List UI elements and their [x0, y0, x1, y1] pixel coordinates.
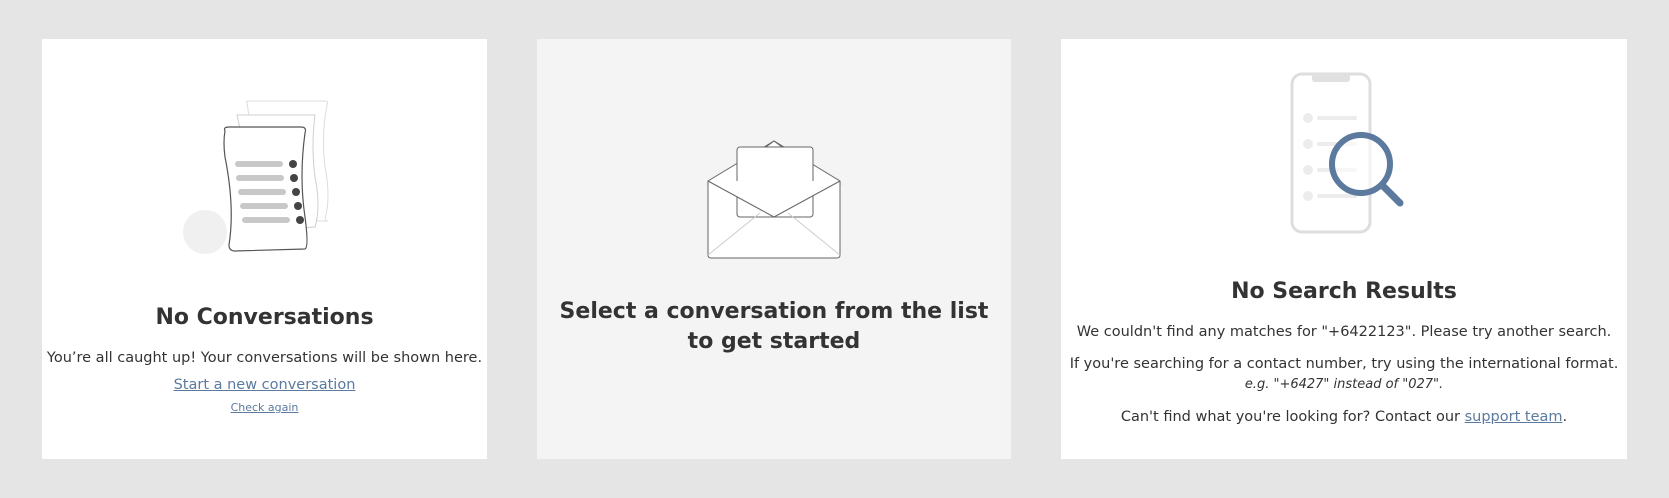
- phone-search-icon: [1290, 72, 1404, 234]
- no-matches-message: We couldn't find any matches for "+64221…: [1076, 324, 1612, 340]
- document-checklist-icon: [182, 100, 328, 254]
- start-new-conversation-link[interactable]: Start a new conversation: [174, 377, 356, 393]
- no-search-results-card: No Search Results We couldn't find any m…: [1061, 39, 1627, 459]
- format-hint: If you're searching for a contact number…: [1069, 356, 1619, 372]
- contact-suffix: .: [1562, 409, 1568, 425]
- select-conversation-card: Select a conversation from the list to g…: [537, 39, 1011, 459]
- check-again-link[interactable]: Check again: [231, 401, 299, 414]
- open-envelope-icon: [705, 140, 843, 259]
- card-title: No Conversations: [155, 305, 374, 330]
- format-example: e.g. "+6427" instead of "027".: [1244, 377, 1444, 392]
- card-subtitle: You’re all caught up! Your conversations…: [46, 350, 483, 366]
- contact-prefix: Can't find what you're looking for? Cont…: [1120, 409, 1465, 425]
- card-title: No Search Results: [1231, 279, 1457, 304]
- card-title: Select a conversation from the list to g…: [559, 299, 989, 354]
- contact-support-text: Can't find what you're looking for? Cont…: [1061, 409, 1627, 425]
- support-team-link[interactable]: support team: [1465, 409, 1563, 425]
- no-conversations-card: No Conversations You’re all caught up! Y…: [42, 39, 487, 459]
